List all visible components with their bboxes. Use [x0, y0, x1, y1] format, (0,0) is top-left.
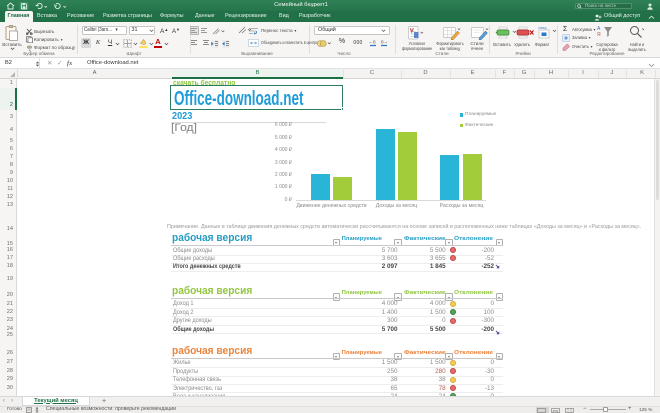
svg-text:ОПРЕД: ОПРЕД [538, 27, 547, 30]
svg-text:Я: Я [597, 32, 601, 38]
svg-text:←0: ←0 [369, 39, 377, 44]
svg-text:0→: 0→ [381, 39, 388, 44]
